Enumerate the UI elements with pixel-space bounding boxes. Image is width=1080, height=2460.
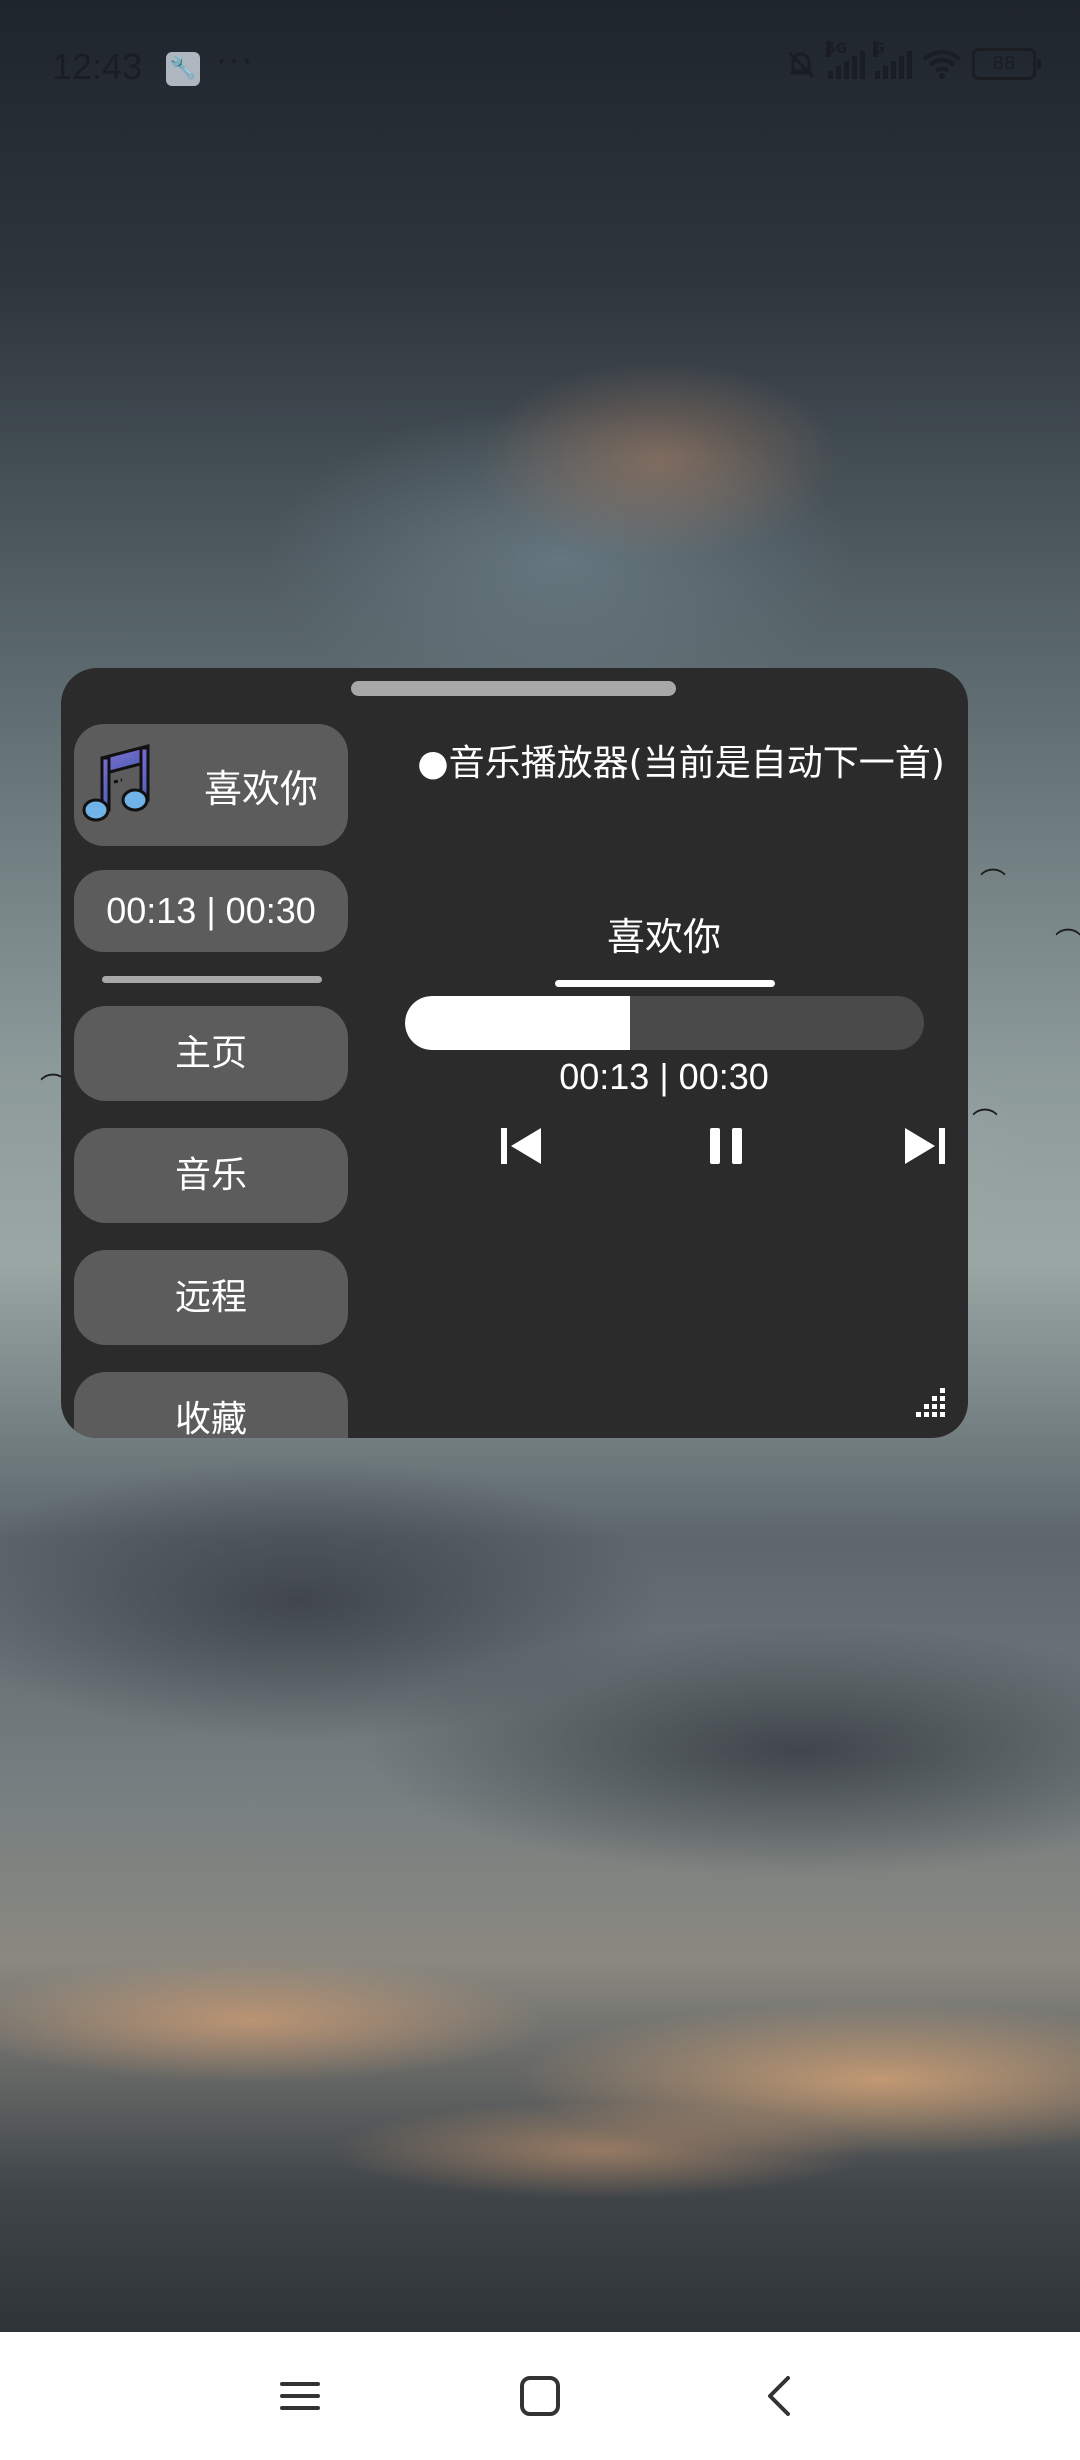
now-playing-card[interactable]: 喜欢你 xyxy=(74,724,348,846)
pause-icon[interactable] xyxy=(696,1116,756,1176)
signal-5g-icon: 5G xyxy=(826,41,865,79)
mute-bell-icon xyxy=(787,50,815,79)
resize-grip-icon[interactable] xyxy=(912,1384,948,1420)
signal-g-icon: G xyxy=(873,41,912,79)
progress-fill xyxy=(405,996,630,1050)
sim2-label: G xyxy=(873,41,885,57)
bird-silhouette: ⌒ xyxy=(980,868,1007,898)
player-title: ●音乐播放器(当前是自动下一首) xyxy=(417,743,945,784)
player-time-label: 00:13 | 00:30 xyxy=(559,1056,769,1097)
skip-previous-icon[interactable] xyxy=(491,1116,551,1176)
wifi-icon xyxy=(922,50,962,79)
wrench-icon: 🔧 xyxy=(166,52,200,86)
back-icon[interactable] xyxy=(756,2372,804,2420)
bird-silhouette: ⌒ xyxy=(972,1108,999,1138)
home-icon[interactable] xyxy=(516,2372,564,2420)
time-display-pill: 00:13 | 00:30 xyxy=(74,870,348,952)
status-icons: 5G G 88 xyxy=(784,41,1041,84)
status-bar: 12:43 🔧 ··· 5G G 88 xyxy=(0,0,1080,140)
sim1-label: 5G xyxy=(826,41,848,57)
song-underline xyxy=(555,980,775,987)
progress-bar[interactable] xyxy=(405,996,924,1050)
nav-button-remote[interactable]: 远程 xyxy=(74,1250,348,1345)
skip-next-icon[interactable] xyxy=(895,1116,955,1176)
side-divider xyxy=(102,976,322,983)
side-panel: 喜欢你 00:13 | 00:30 主页 音乐 远程 收藏 xyxy=(74,724,348,1438)
nav-button-music[interactable]: 音乐 xyxy=(74,1128,348,1223)
music-player-panel: 喜欢你 00:13 | 00:30 主页 音乐 远程 收藏 ●音乐播放器(当前是… xyxy=(61,668,968,1438)
menu-icon[interactable] xyxy=(276,2372,324,2420)
player-main: ●音乐播放器(当前是自动下一首) 喜欢你 00:13 | 00:30 xyxy=(361,668,968,1438)
system-nav-bar xyxy=(0,2332,1080,2460)
nav-button-home[interactable]: 主页 xyxy=(74,1006,348,1101)
bird-silhouette: ⌒ xyxy=(1055,928,1080,958)
music-note-icon xyxy=(82,744,150,822)
battery-icon: 88 xyxy=(972,48,1041,80)
now-playing-title: 喜欢你 xyxy=(204,767,319,811)
status-time: 12:43 xyxy=(52,46,143,87)
nav-button-favorites[interactable]: 收藏 xyxy=(74,1372,348,1438)
more-notifications-icon: ··· xyxy=(216,42,255,82)
song-name: 喜欢你 xyxy=(606,915,721,959)
